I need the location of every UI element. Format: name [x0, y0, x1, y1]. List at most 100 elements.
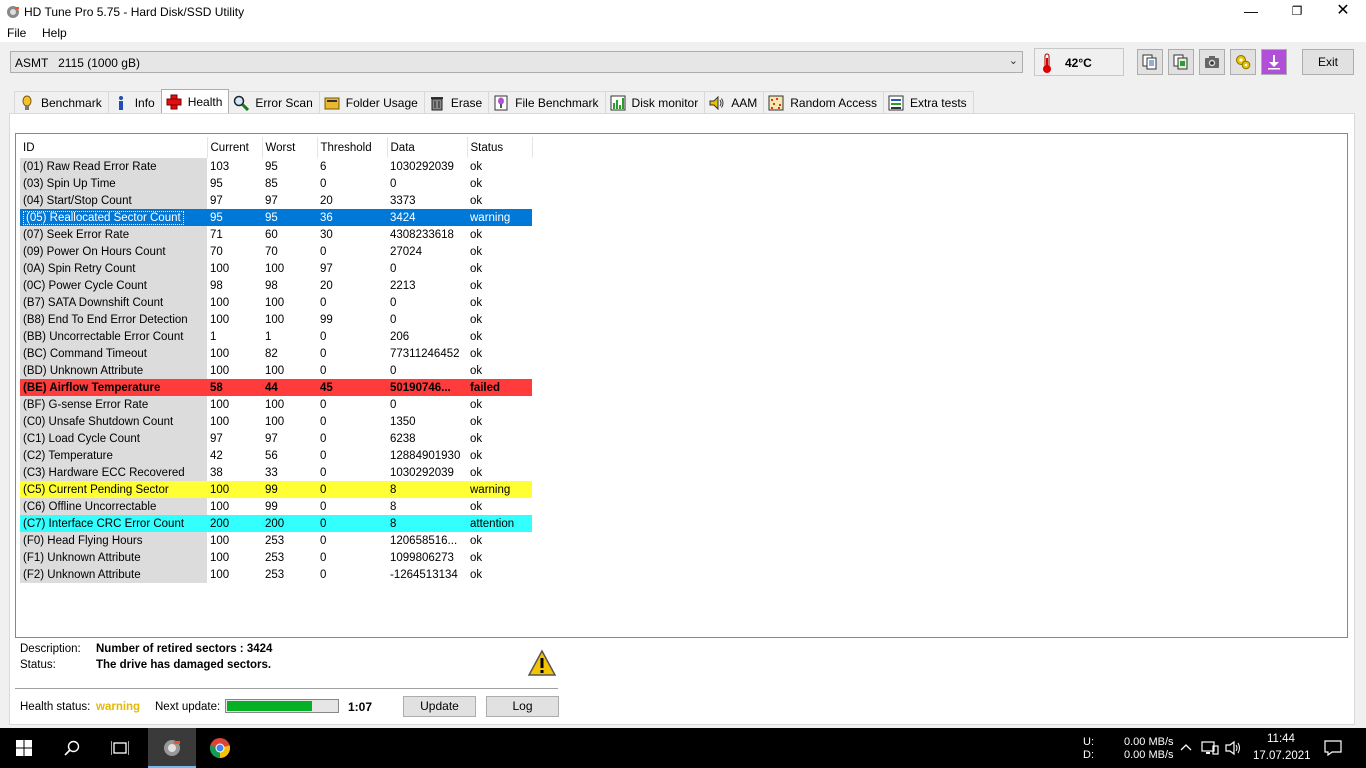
data-cell: 77311246452: [390, 347, 460, 360]
tab-label: Error Scan: [255, 95, 313, 110]
table-row[interactable]: (C2) Temperature 42 56 0 12884901930 ok: [20, 447, 532, 464]
status-cell: ok: [470, 551, 483, 564]
chevron-down-icon: ⌄: [1008, 55, 1018, 67]
tab-file-benchmark[interactable]: File Benchmark: [488, 91, 606, 113]
copy-text-button[interactable]: [1137, 49, 1163, 75]
close-button[interactable]: ✕: [1320, 0, 1366, 24]
threshold-cell: 0: [320, 568, 327, 581]
table-row[interactable]: (04) Start/Stop Count 97 97 20 3373 ok: [20, 192, 532, 209]
column-header-worst[interactable]: Worst: [262, 137, 318, 158]
save-button[interactable]: [1261, 49, 1287, 75]
copy-text-icon: [1142, 54, 1157, 70]
tab-health[interactable]: Health: [160, 89, 230, 113]
task-view-button[interactable]: [96, 728, 144, 768]
menu-file[interactable]: File: [7, 26, 26, 40]
net-download-value: 0.00 MB/s: [1124, 749, 1174, 761]
table-row[interactable]: (09) Power On Hours Count 70 70 0 27024 ok: [20, 243, 532, 260]
table-row[interactable]: (C3) Hardware ECC Recovered 38 33 0 10302920…: [20, 464, 532, 481]
exit-button[interactable]: Exit: [1302, 49, 1354, 75]
minimize-button[interactable]: —: [1228, 0, 1274, 24]
table-row[interactable]: (C5) Current Pending Sector 100 99 0 8 warnin…: [20, 481, 532, 498]
table-row[interactable]: (BC) Command Timeout 100 82 0 77311246452 ok: [20, 345, 532, 362]
tab-random-access[interactable]: Random Access: [763, 91, 884, 113]
taskbar-app-hdtune[interactable]: [148, 728, 196, 768]
clock-time[interactable]: 11:44: [1267, 733, 1295, 745]
search-button[interactable]: [48, 728, 96, 768]
table-row[interactable]: (03) Spin Up Time 95 85 0 0 ok: [20, 175, 532, 192]
tab-info[interactable]: Info: [107, 91, 162, 113]
volume-icon[interactable]: [1225, 740, 1243, 756]
windows-logo-icon: [16, 740, 32, 756]
current-cell: 100: [210, 313, 230, 326]
tab-error-scan[interactable]: Error Scan: [228, 91, 320, 113]
table-row[interactable]: (0C) Power Cycle Count 98 98 20 2213 ok: [20, 277, 532, 294]
network-icon[interactable]: [1201, 740, 1219, 756]
log-button[interactable]: Log: [486, 696, 559, 717]
table-row[interactable]: (BE) Airflow Temperature 58 44 45 50190746..…: [20, 379, 532, 396]
taskbar-app-chrome[interactable]: [196, 728, 244, 768]
next-update-progress: [225, 699, 339, 713]
tab-label: File Benchmark: [515, 95, 599, 110]
camera-button[interactable]: [1199, 49, 1225, 75]
tab-benchmark[interactable]: Benchmark: [14, 91, 109, 113]
column-header-current[interactable]: Current: [207, 137, 263, 158]
tab-extra-tests[interactable]: Extra tests: [882, 91, 974, 113]
maximize-button[interactable]: ❐: [1274, 0, 1320, 24]
table-row[interactable]: (B7) SATA Downshift Count 100 100 0 0 ok: [20, 294, 532, 311]
table-row[interactable]: (C7) Interface CRC Error Count 200 200 0 8 at…: [20, 515, 532, 532]
attribute-id-cell: (C1) Load Cycle Count: [20, 430, 207, 447]
start-button[interactable]: [0, 728, 48, 768]
worst-cell: 82: [265, 347, 278, 360]
table-row[interactable]: (BF) G-sense Error Rate 100 100 0 0 ok: [20, 396, 532, 413]
column-header-id[interactable]: ID: [20, 137, 208, 158]
column-header-threshold[interactable]: Threshold: [317, 137, 388, 158]
table-row[interactable]: (B8) End To End Error Detection 100 100 99 0…: [20, 311, 532, 328]
options-button[interactable]: [1230, 49, 1256, 75]
tab-aam[interactable]: AAM: [704, 91, 765, 113]
menu-help[interactable]: Help: [42, 26, 67, 40]
worst-cell: 56: [265, 449, 278, 462]
table-row[interactable]: (07) Seek Error Rate 71 60 30 4308233618 ok: [20, 226, 532, 243]
progress-fill: [227, 701, 312, 711]
table-row[interactable]: (05) Reallocated Sector Count 95 95 36 3424 w…: [20, 209, 532, 226]
worst-cell: 253: [265, 568, 285, 581]
table-row[interactable]: (BD) Unknown Attribute 100 100 0 0 ok: [20, 362, 532, 379]
extra-tests-icon: [888, 95, 904, 110]
table-row[interactable]: (F0) Head Flying Hours 100 253 0 120658516..…: [20, 532, 532, 549]
chevron-up-icon[interactable]: [1180, 742, 1192, 752]
attribute-id-cell: (B7) SATA Downshift Count: [20, 294, 207, 311]
table-row[interactable]: (C0) Unsafe Shutdown Count 100 100 0 1350 ok: [20, 413, 532, 430]
status-cell: ok: [470, 398, 483, 411]
table-row[interactable]: (0A) Spin Retry Count 100 100 97 0 ok: [20, 260, 532, 277]
camera-icon: [1205, 56, 1219, 68]
column-header-status[interactable]: Status: [467, 137, 533, 158]
clock-date[interactable]: 17.07.2021: [1253, 750, 1311, 762]
options-icon: [1236, 55, 1251, 70]
threshold-cell: 6: [320, 160, 327, 173]
table-row[interactable]: (01) Raw Read Error Rate 103 95 6 1030292039…: [20, 158, 532, 175]
drive-dropdown[interactable]: ASMT 2115 (1000 gB) ⌄: [10, 51, 1023, 73]
table-row[interactable]: (C6) Offline Uncorrectable 100 99 0 8 ok: [20, 498, 532, 515]
data-cell: 3424: [387, 209, 467, 226]
random-access-icon: [768, 95, 784, 110]
table-header-row: ID Current Worst Threshold Data Status: [20, 137, 533, 158]
tab-folder-usage[interactable]: Folder Usage: [318, 91, 425, 113]
table-row[interactable]: (C1) Load Cycle Count 97 97 0 6238 ok: [20, 430, 532, 447]
current-cell: 58: [207, 379, 262, 396]
status-cell: ok: [470, 347, 483, 360]
table-row[interactable]: (F1) Unknown Attribute 100 253 0 1099806273 o…: [20, 549, 532, 566]
data-cell: 12884901930: [390, 449, 461, 462]
copy-screenshot-button[interactable]: [1168, 49, 1194, 75]
status-cell: ok: [470, 432, 483, 445]
tab-erase[interactable]: Erase: [423, 91, 490, 113]
column-header-data[interactable]: Data: [387, 137, 468, 158]
tab-disk-monitor[interactable]: Disk monitor: [604, 91, 706, 113]
table-row[interactable]: (BB) Uncorrectable Error Count 1 1 0 206 ok: [20, 328, 532, 345]
current-cell: 100: [210, 551, 230, 564]
divider: [15, 688, 558, 689]
notification-icon[interactable]: [1324, 740, 1342, 756]
update-button[interactable]: Update: [403, 696, 476, 717]
disk-monitor-icon: [610, 95, 626, 110]
data-cell: 8: [387, 515, 467, 532]
table-row[interactable]: (F2) Unknown Attribute 100 253 0 -1264513134…: [20, 566, 532, 583]
